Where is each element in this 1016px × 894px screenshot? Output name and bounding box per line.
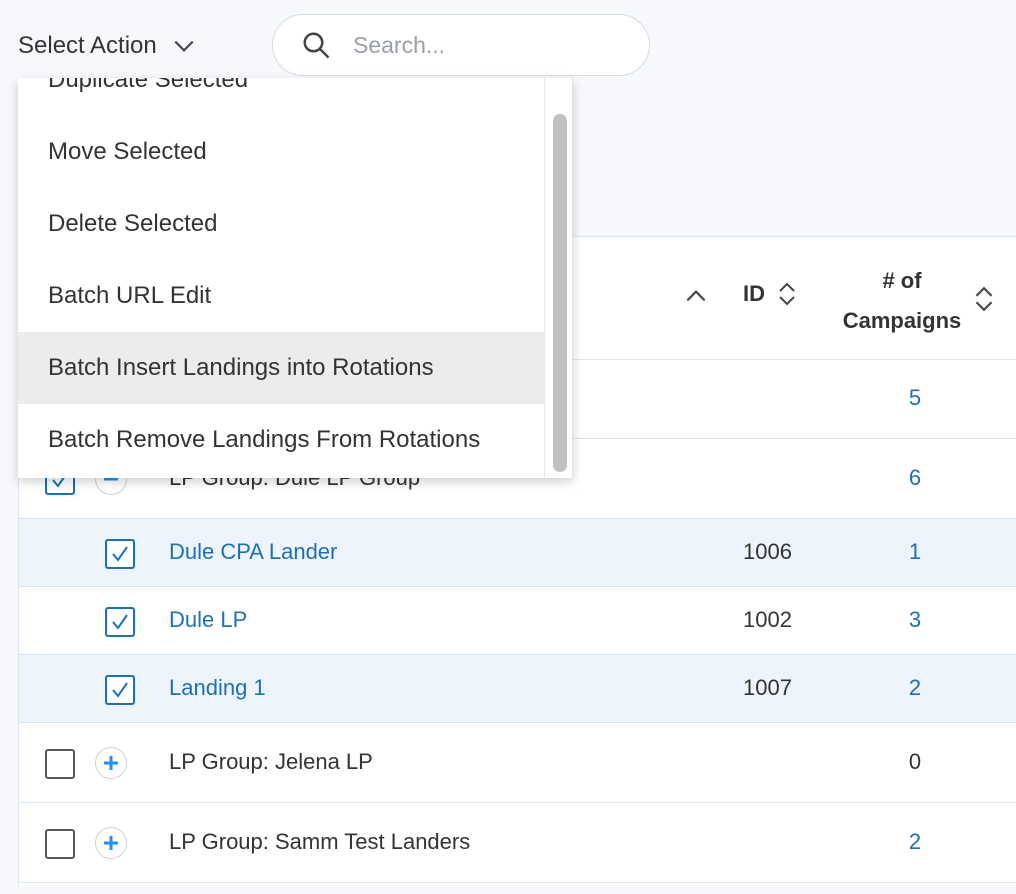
plus-icon [104, 836, 118, 850]
row-checkbox[interactable] [45, 749, 75, 779]
sort-both-icon [779, 282, 795, 306]
lander-id: 1006 [743, 539, 792, 564]
expand-group-button[interactable] [95, 747, 127, 779]
campaigns-count: 0 [908, 749, 922, 774]
row-checkbox[interactable] [105, 607, 135, 637]
menu-item-batch-remove-landings[interactable]: Batch Remove Landings From Rotations [18, 404, 544, 476]
table-row[interactable]: LP Group: Jelena LP 0 [19, 723, 1016, 803]
campaigns-count[interactable]: 5 [903, 385, 927, 411]
menu-item-delete-selected[interactable]: Delete Selected [18, 188, 544, 260]
expand-group-button[interactable] [95, 827, 127, 859]
checkmark-icon [112, 546, 128, 562]
group-name: LP Group: Samm Test Landers [169, 829, 471, 854]
toolbar: Select Action [0, 0, 1016, 90]
column-header-campaigns[interactable]: # of Campaigns [827, 261, 977, 341]
table-row[interactable]: Dule CPA Lander 1006 1 [19, 519, 1016, 587]
table-row[interactable]: Dule LP 1002 3 [19, 587, 1016, 655]
lander-id: 1007 [743, 675, 792, 700]
select-action-label: Select Action [18, 32, 157, 59]
lander-name-link[interactable]: Dule LP [169, 607, 247, 633]
campaigns-count[interactable]: 6 [903, 465, 927, 491]
checkmark-icon [112, 682, 128, 698]
lander-id: 1002 [743, 607, 792, 632]
row-checkbox[interactable] [45, 829, 75, 859]
table-row[interactable]: LP Group: Samm Test Landers 2 [19, 803, 1016, 883]
select-action-menu: Duplicate Selected Move Selected Delete … [18, 78, 573, 478]
search-icon [303, 32, 330, 59]
campaigns-count[interactable]: 2 [903, 675, 927, 701]
sort-up-icon[interactable] [683, 283, 709, 309]
menu-item-move-selected[interactable]: Move Selected [18, 116, 544, 188]
campaigns-count[interactable]: 3 [903, 607, 927, 633]
menu-item-batch-url-edit[interactable]: Batch URL Edit [18, 260, 544, 332]
sort-both-icon[interactable] [973, 285, 995, 313]
column-header-id-label: ID [743, 281, 765, 306]
lander-name-link[interactable]: Dule CPA Lander [169, 539, 337, 565]
menu-scrollbar[interactable] [544, 78, 572, 478]
column-header-id[interactable]: ID [743, 281, 797, 307]
menu-scrollbar-thumb[interactable] [553, 114, 567, 472]
row-checkbox[interactable] [105, 539, 135, 569]
select-action-dropdown[interactable]: Select Action [18, 26, 197, 66]
search-input[interactable] [351, 30, 615, 60]
plus-icon [104, 756, 118, 770]
campaigns-count[interactable]: 2 [903, 829, 927, 855]
campaigns-count[interactable]: 1 [903, 539, 927, 565]
search-box[interactable] [272, 14, 650, 76]
group-name: LP Group: Jelena LP [169, 749, 373, 774]
menu-item-duplicate-selected[interactable]: Duplicate Selected [18, 78, 544, 116]
table-row[interactable]: Landing 1 1007 2 [19, 655, 1016, 723]
lander-name-link[interactable]: Landing 1 [169, 675, 266, 701]
row-checkbox[interactable] [105, 675, 135, 705]
column-header-campaigns-line1: # of [882, 268, 922, 293]
checkmark-icon [112, 614, 128, 630]
column-header-campaigns-line2: Campaigns [842, 308, 962, 333]
chevron-down-icon [174, 40, 194, 52]
menu-item-batch-insert-landings[interactable]: Batch Insert Landings into Rotations [18, 332, 544, 404]
